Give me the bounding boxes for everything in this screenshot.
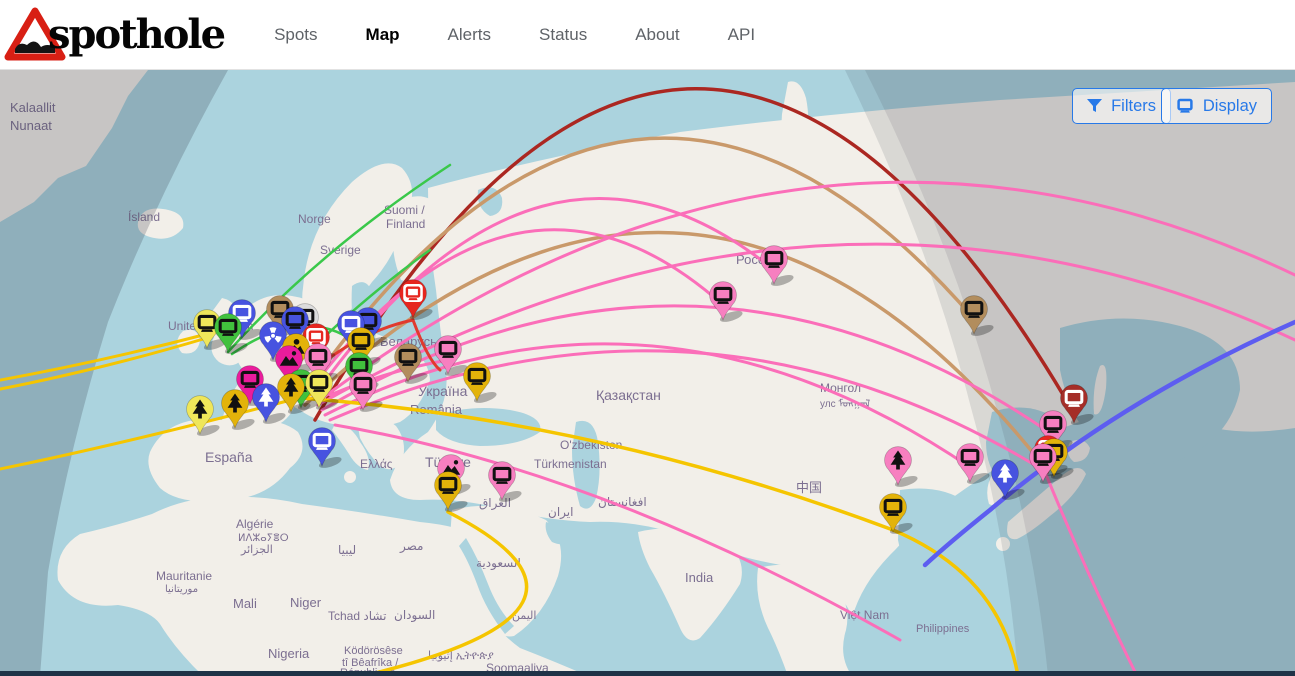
nav-spots[interactable]: Spots — [274, 25, 317, 45]
country-label: Tchad تشاد — [328, 609, 386, 623]
country-label: Norge — [298, 212, 331, 226]
filter-funnel-icon — [1087, 99, 1102, 113]
country-label: Algérie — [236, 517, 274, 531]
country-label: India — [685, 570, 714, 585]
app-logo[interactable]: spothole — [0, 6, 224, 64]
country-label: Ködörösêse — [344, 645, 403, 657]
country-label: Finland — [386, 217, 425, 231]
main-nav: Spots Map Alerts Status About API — [274, 25, 755, 45]
country-label: الجزائر — [240, 544, 273, 556]
country-label: Ελλάς — [360, 457, 393, 471]
monitor-plate-icon — [403, 284, 423, 302]
country-label: Philippines — [916, 623, 970, 635]
filters-button-label: Filters — [1111, 97, 1156, 116]
country-label: ⵍⴷⵣⴰⵢⴻⵔ — [238, 533, 289, 544]
nav-alerts[interactable]: Alerts — [448, 25, 491, 45]
nav-api[interactable]: API — [728, 25, 755, 45]
top-navbar: spothole Spots Map Alerts Status About A… — [0, 0, 1295, 70]
country-label: السودان — [394, 608, 435, 623]
nav-map[interactable]: Map — [366, 25, 400, 45]
country-label: Қазақстан — [596, 387, 661, 403]
world-map[interactable]: KalaallitNunaatÍslandNorgeSverigeSuomi /… — [0, 70, 1295, 676]
nav-status[interactable]: Status — [539, 25, 587, 45]
country-label: موريتانيا — [165, 584, 198, 595]
country-label: Niger — [290, 595, 322, 610]
country-label: مصر — [399, 539, 423, 554]
map-container[interactable]: KalaallitNunaatÍslandNorgeSverigeSuomi /… — [0, 70, 1295, 676]
app-title: spothole — [48, 11, 224, 58]
display-button-label: Display — [1203, 97, 1257, 116]
country-label: Mali — [233, 596, 257, 611]
country-label: España — [205, 449, 253, 465]
monitor-icon — [1176, 98, 1194, 114]
country-label: ليبيا — [338, 543, 356, 557]
country-label: Mauritanie — [156, 569, 212, 583]
country-label: Nigeria — [268, 646, 310, 661]
country-label: ایران — [548, 505, 573, 520]
country-label: 中国 — [796, 480, 822, 495]
display-button[interactable]: Display — [1161, 88, 1272, 124]
country-label: Türkmenistan — [534, 457, 607, 471]
footer-bar — [0, 671, 1295, 676]
nav-about[interactable]: About — [635, 25, 679, 45]
filters-button[interactable]: Filters — [1072, 88, 1171, 124]
